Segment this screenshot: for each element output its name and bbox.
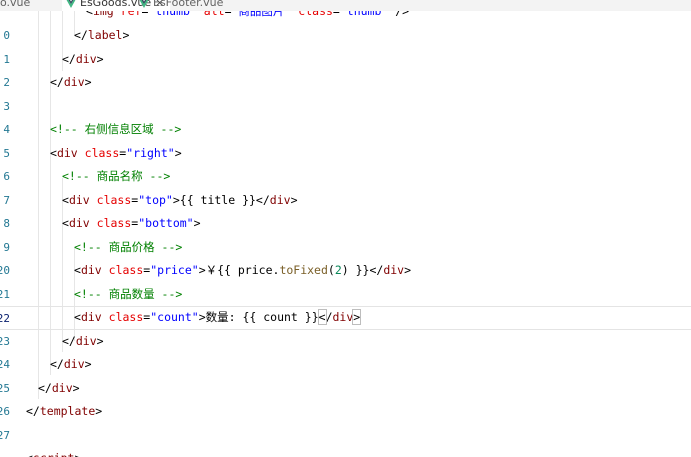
line-number: 21 [0, 287, 10, 301]
code-line: 6 <!-- 商品名称 --> [0, 165, 691, 189]
code-text: </div> [50, 357, 92, 371]
tab-partial-vue-file[interactable]: o.vue [0, 0, 36, 11]
line-number: 4 [3, 123, 10, 136]
line-number: 1 [3, 52, 10, 66]
code-line: 3 [0, 95, 691, 119]
line-number: 8 [3, 217, 10, 230]
code-text: <div class="top">{{ title }}</div> [62, 192, 298, 207]
code-text: <div class="right"> [50, 145, 182, 160]
code-text: <div class="price">￥{{ price.toFixed(2) … [74, 263, 412, 277]
line-number: 3 [3, 99, 10, 113]
code-comment: <!-- 商品价格 --> [74, 239, 183, 254]
code-line: 26 </template> [0, 400, 691, 424]
code-text: </div> [50, 75, 92, 89]
tab-label: EsFooter.vue [153, 0, 224, 9]
code-line: 2 </div> [0, 71, 691, 95]
line-number: 2 [3, 76, 10, 89]
line-number: 7 [3, 193, 10, 207]
code-line: 9 <!-- 商品价格 --> [0, 236, 691, 260]
code-line: 23 </div> [0, 330, 691, 354]
code-comment: <!-- 商品数量 --> [74, 286, 183, 301]
code-comment: <!-- 右侧信息区域 --> [50, 122, 182, 136]
vue-file-icon [139, 0, 149, 8]
code-text: </div> [62, 333, 104, 348]
line-number: 22 [0, 312, 10, 325]
line-number: 25 [0, 381, 10, 395]
code-text: <div class="count">数量: {{ count }}</div> [74, 309, 362, 325]
code-text: <img ref="thumb" alt="商品图片" class="thumb… [86, 11, 410, 18]
code-text: </template> [26, 404, 103, 418]
line-number: 23 [0, 334, 10, 348]
code-text: </label> [74, 28, 130, 42]
code-line: 7 <div class="top">{{ title }}</div> [0, 189, 691, 213]
code-line: 20 <div class="price">￥{{ price.toFixed(… [0, 259, 691, 283]
line-number: 6 [3, 170, 10, 183]
code-line: 25 </div> [0, 377, 691, 401]
code-line: <script> [0, 447, 691, 457]
current-code-line: 22 <div class="count">数量: {{ count }}</d… [0, 306, 691, 330]
code-line: 27 [0, 424, 691, 448]
line-number: 0 [3, 29, 10, 42]
code-line: <img ref="thumb" alt="商品图片" class="thumb… [0, 11, 691, 24]
tab-esfooter[interactable]: EsFooter.vue [135, 0, 229, 11]
code-text: </div> [38, 380, 80, 395]
code-text: </div> [62, 51, 104, 66]
line-number: 9 [3, 240, 10, 254]
line-number: 27 [0, 428, 10, 442]
code-line: 5 <div class="right"> [0, 142, 691, 166]
code-line: 24 </div> [0, 353, 691, 377]
line-number: 20 [0, 264, 10, 277]
vue-file-icon [66, 0, 76, 8]
line-number: 24 [0, 358, 10, 371]
code-text: <div class="bottom"> [62, 216, 201, 230]
line-number: 26 [0, 405, 10, 418]
code-line: 4 <!-- 右侧信息区域 --> [0, 118, 691, 142]
line-number: 5 [3, 146, 10, 160]
editor-tab-bar: o.vue EsGoods.vue × EsFooter.vue [0, 0, 691, 11]
tab-label: o.vue [0, 0, 31, 9]
code-text: <script> [26, 447, 81, 457]
code-line: 0 </label> [0, 24, 691, 48]
code-line: 8 <div class="bottom"> [0, 212, 691, 236]
code-line: 21 <!-- 商品数量 --> [0, 283, 691, 307]
code-comment: <!-- 商品名称 --> [62, 169, 171, 183]
code-line: 1 </div> [0, 48, 691, 72]
code-editor[interactable]: <img ref="thumb" alt="商品图片" class="thumb… [0, 11, 691, 457]
